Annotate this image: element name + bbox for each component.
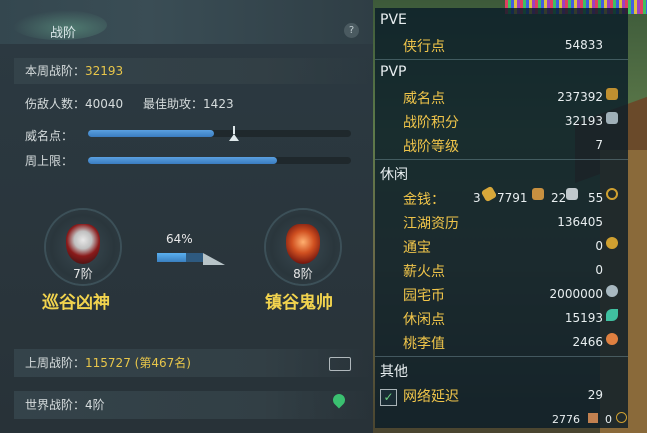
rank-progress-arrow	[203, 253, 225, 265]
money-gold-value: 3	[473, 191, 481, 205]
kills-label: 伤敌人数：	[25, 97, 86, 111]
next-rank-medal[interactable]: 8阶	[266, 210, 340, 284]
weekly-rank-label: 本周战阶：	[25, 64, 86, 78]
weekly-rank-row: 本周战阶：32193	[14, 58, 370, 84]
network-latency-checkbox[interactable]: ✓	[380, 389, 397, 406]
divider	[375, 356, 628, 357]
stat-value-yuanzhai: 2000000	[549, 287, 603, 301]
battle-score-icon	[606, 112, 618, 124]
current-rank-level: 7阶	[73, 267, 93, 281]
battle-rank-panel: 战阶 ? 本周战阶：32193 伤敌人数：40040 最佳助攻：1423 威名点…	[0, 0, 373, 433]
help-icon[interactable]: ?	[344, 23, 359, 38]
stat-label-tongbao: 通宝	[403, 240, 431, 256]
stat-value-battle-level: 7	[595, 138, 603, 152]
bottom-value-2: 0	[605, 413, 612, 426]
prestige-icon	[606, 88, 618, 100]
silver-icon	[566, 188, 578, 200]
section-other-title: 其他	[380, 364, 408, 380]
prestige-progress-fill	[88, 130, 215, 137]
section-pve-title: PVE	[380, 12, 407, 28]
stat-label-xinhuo: 薪火点	[403, 264, 445, 280]
stat-value-latency: 29	[587, 388, 603, 402]
stat-value-battle-score: 32193	[564, 114, 603, 128]
stat-label-yuanzhai: 园宅币	[403, 288, 445, 304]
coin-icon	[606, 188, 618, 200]
world-rank-row: 世界战阶：4阶	[14, 391, 370, 419]
weekly-cap-progress-bar	[88, 157, 351, 164]
weekly-cap-label: 周上限：	[25, 154, 74, 168]
bottom-value: 2776	[552, 413, 580, 426]
prestige-progress-bar	[88, 126, 351, 141]
weekly-cap-progress-fill	[88, 157, 278, 164]
stat-label-latency: 网络延迟	[403, 389, 459, 405]
money-silver-value: 22	[551, 191, 567, 205]
stat-label-jianghu: 江湖资历	[403, 216, 459, 232]
stats-panel: PVE 侠行点 54833 PVP 威名点 237392 战阶积分 32193 …	[375, 8, 628, 428]
section-leisure-title: 休闲	[380, 167, 408, 183]
boot-icon	[587, 413, 598, 423]
helmet-icon	[286, 224, 320, 264]
panel-title: 战阶	[50, 26, 77, 41]
stat-label-leisure-points: 休闲点	[403, 312, 445, 328]
current-rank-name: 巡谷凶神	[42, 293, 110, 313]
money-silver-big-value: 7791	[497, 191, 528, 205]
assist-label: 最佳助攻：	[143, 97, 204, 111]
next-rank-name: 镇谷鬼帅	[265, 293, 333, 313]
stat-value-xinhuo: 0	[595, 263, 603, 277]
garden-coin-icon	[606, 285, 618, 297]
money-copper-value: 55	[588, 191, 604, 205]
chest-icon[interactable]	[329, 357, 351, 371]
last-week-row: 上周战阶：115727 (第467名)	[14, 349, 370, 377]
peach-icon	[606, 333, 618, 345]
stat-value-taoli: 2466	[572, 335, 603, 349]
rank-progress-bar	[157, 253, 203, 262]
rank-progress-fill	[157, 253, 187, 262]
weekly-rank-value: 32193	[85, 64, 124, 78]
world-rank-label: 世界战阶：	[25, 398, 86, 412]
next-rank-level: 8阶	[293, 267, 313, 281]
section-pvp-title: PVP	[380, 64, 407, 80]
assist-value: 1423	[203, 97, 234, 111]
gold-ingot-icon	[480, 185, 498, 203]
world-rank-value: 4阶	[85, 398, 105, 412]
tongbao-coin-icon	[606, 237, 618, 249]
stat-value-jianghu: 136405	[557, 215, 603, 229]
last-week-value: 115727 (第467名)	[85, 356, 191, 370]
silver-ingot-icon	[532, 188, 544, 200]
stat-label-money: 金钱：	[403, 192, 445, 208]
stat-value-xiaxing: 54833	[564, 38, 603, 52]
divider	[375, 59, 628, 60]
stat-label-xiaxing: 侠行点	[403, 39, 445, 55]
leaf-icon	[606, 309, 618, 321]
stat-label-battle-level: 战阶等级	[403, 139, 459, 155]
bottom-status: 2776 0	[552, 412, 627, 426]
stat-label-taoli: 桃李值	[403, 336, 445, 352]
prestige-label: 威名点：	[25, 129, 74, 143]
stat-value-tongbao: 0	[595, 239, 603, 253]
coin-icon	[615, 412, 627, 423]
last-week-label: 上周战阶：	[25, 356, 86, 370]
kill-assist-row: 伤敌人数：40040 最佳助攻：1423	[25, 95, 370, 112]
divider	[375, 159, 628, 160]
stat-value-weiming: 237392	[557, 90, 603, 104]
kills-value: 40040	[85, 97, 124, 111]
stat-label-weiming: 威名点	[403, 91, 445, 107]
current-rank-medal[interactable]: 7阶	[46, 210, 120, 284]
rank-progress-percent: 64%	[166, 232, 193, 246]
stat-label-battle-score: 战阶积分	[403, 115, 459, 131]
mask-icon	[66, 224, 100, 264]
stat-value-leisure-points: 15193	[564, 311, 603, 325]
